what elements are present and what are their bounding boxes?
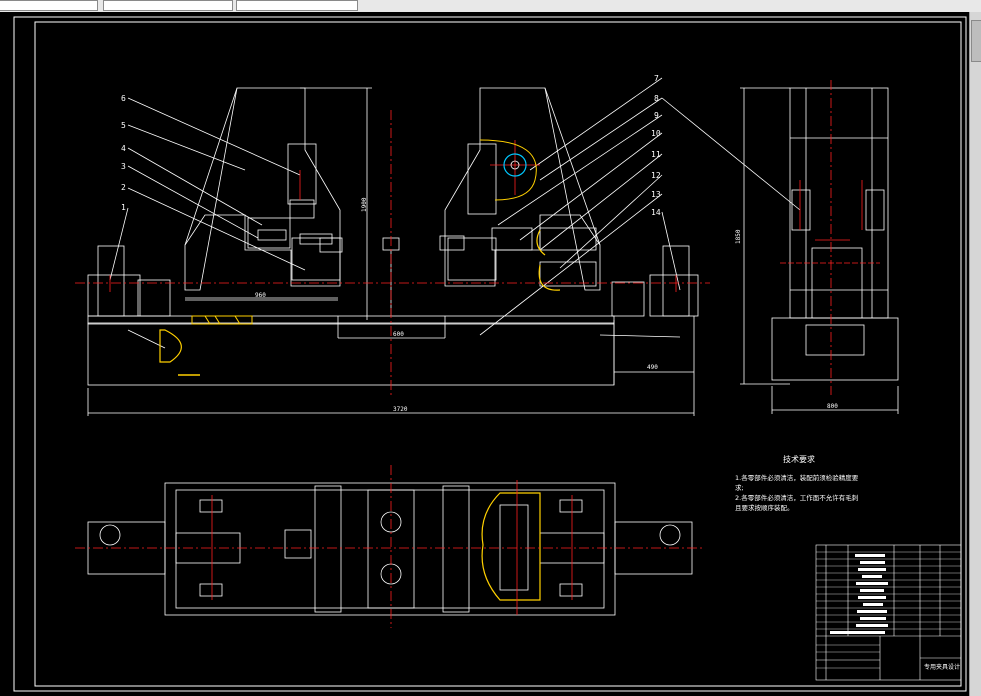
top-highlighted-part <box>481 492 541 601</box>
part-label-12: 12 <box>651 171 661 180</box>
dim-side-height: 1850 <box>735 229 742 244</box>
cad-drawing: 960 600 490 3720 1900 6 5 4 3 2 1 7 8 9 … <box>13 16 967 692</box>
part-label-14: 14 <box>651 208 661 217</box>
part-label-2: 2 <box>121 183 126 192</box>
part-label-11: 11 <box>651 150 661 159</box>
part-label-5: 5 <box>121 121 126 130</box>
part-label-1: 1 <box>121 203 126 212</box>
tech-requirements-title: 技术要求 <box>783 454 815 464</box>
top-view <box>87 482 693 616</box>
title-block <box>815 544 962 681</box>
part-label-7: 7 <box>654 74 659 83</box>
sheet-inner-border <box>34 21 962 687</box>
part-label-13: 13 <box>651 190 661 199</box>
front-view <box>87 77 699 416</box>
scrollbar-thumb[interactable] <box>971 20 981 62</box>
part-label-8: 8 <box>654 94 659 103</box>
tech-req-line-3: 2.各零部件必须清洁，工作面不允许有毛刺 <box>735 493 858 502</box>
sheet-outer-border <box>13 16 967 692</box>
side-centerlines <box>780 80 880 395</box>
dim-front-span: 960 <box>255 292 266 299</box>
tech-req-line-4: 且要求按顺序装配。 <box>735 503 794 512</box>
front-highlighted-parts <box>159 139 561 376</box>
dim-right-offset: 490 <box>647 364 658 371</box>
parts-list-rows <box>816 551 961 669</box>
dim-center-gap: 600 <box>393 331 404 338</box>
tech-requirements: 技术要求 1.各零部件必须清洁，装配前须检验精度要 求; 2.各零部件必须清洁，… <box>735 454 859 512</box>
part-label-9: 9 <box>654 111 659 120</box>
part-label-3: 3 <box>121 162 126 171</box>
part-label-4: 4 <box>121 144 126 153</box>
part-label-6: 6 <box>121 94 126 103</box>
top-centerlines <box>75 465 705 628</box>
dim-side-width: 800 <box>827 403 838 410</box>
vertical-scrollbar[interactable] <box>969 12 981 696</box>
front-centerlines <box>75 110 710 398</box>
side-view <box>661 87 899 414</box>
tech-req-line-2: 求; <box>735 483 744 492</box>
tech-req-line-1: 1.各零部件必须清洁，装配前须检验精度要 <box>735 473 859 482</box>
dim-front-height: 1900 <box>361 197 368 212</box>
part-label-10: 10 <box>651 129 661 138</box>
title-block-drawing-name: 专用夹具设计 <box>924 663 960 671</box>
dim-total-length: 3720 <box>393 406 408 413</box>
